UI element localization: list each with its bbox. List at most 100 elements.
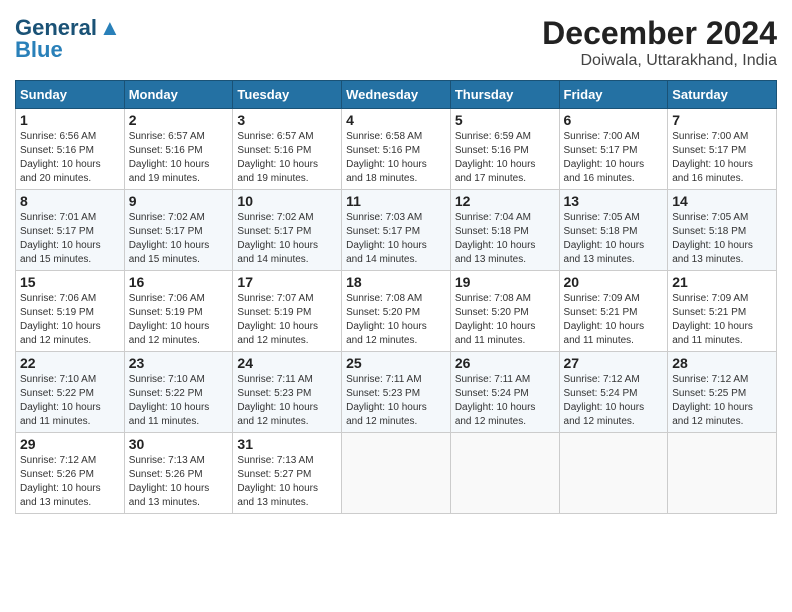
day-info: Sunrise: 7:07 AMSunset: 5:19 PMDaylight:… <box>237 293 318 346</box>
calendar-cell-13: 13 Sunrise: 7:05 AMSunset: 5:18 PMDaylig… <box>559 190 668 271</box>
day-info: Sunrise: 7:13 AMSunset: 5:26 PMDaylight:… <box>129 455 210 508</box>
col-sunday: Sunday <box>16 81 125 109</box>
calendar-cell-8: 8 Sunrise: 7:01 AMSunset: 5:17 PMDayligh… <box>16 190 125 271</box>
weekday-header-row: Sunday Monday Tuesday Wednesday Thursday… <box>16 81 777 109</box>
day-info: Sunrise: 7:12 AMSunset: 5:24 PMDaylight:… <box>564 374 645 427</box>
day-number: 13 <box>564 193 664 209</box>
calendar-cell-18: 18 Sunrise: 7:08 AMSunset: 5:20 PMDaylig… <box>342 271 451 352</box>
calendar-cell-22: 22 Sunrise: 7:10 AMSunset: 5:22 PMDaylig… <box>16 352 125 433</box>
day-number: 17 <box>237 274 337 290</box>
calendar-cell-14: 14 Sunrise: 7:05 AMSunset: 5:18 PMDaylig… <box>668 190 777 271</box>
day-info: Sunrise: 7:10 AMSunset: 5:22 PMDaylight:… <box>129 374 210 427</box>
day-number: 14 <box>672 193 772 209</box>
day-info: Sunrise: 6:56 AMSunset: 5:16 PMDaylight:… <box>20 131 101 184</box>
day-info: Sunrise: 7:09 AMSunset: 5:21 PMDaylight:… <box>672 293 753 346</box>
calendar-cell-12: 12 Sunrise: 7:04 AMSunset: 5:18 PMDaylig… <box>450 190 559 271</box>
day-number: 22 <box>20 355 120 371</box>
day-number: 27 <box>564 355 664 371</box>
day-number: 28 <box>672 355 772 371</box>
calendar-cell-28: 28 Sunrise: 7:12 AMSunset: 5:25 PMDaylig… <box>668 352 777 433</box>
day-number: 18 <box>346 274 446 290</box>
day-info: Sunrise: 7:13 AMSunset: 5:27 PMDaylight:… <box>237 455 318 508</box>
day-number: 6 <box>564 112 664 128</box>
day-info: Sunrise: 7:11 AMSunset: 5:23 PMDaylight:… <box>346 374 427 427</box>
col-saturday: Saturday <box>668 81 777 109</box>
calendar-cell-26: 26 Sunrise: 7:11 AMSunset: 5:24 PMDaylig… <box>450 352 559 433</box>
day-info: Sunrise: 7:00 AMSunset: 5:17 PMDaylight:… <box>672 131 753 184</box>
day-info: Sunrise: 7:11 AMSunset: 5:23 PMDaylight:… <box>237 374 318 427</box>
day-number: 3 <box>237 112 337 128</box>
day-number: 7 <box>672 112 772 128</box>
day-number: 1 <box>20 112 120 128</box>
col-tuesday: Tuesday <box>233 81 342 109</box>
calendar-cell-29: 29 Sunrise: 7:12 AMSunset: 5:26 PMDaylig… <box>16 433 125 514</box>
day-info: Sunrise: 7:09 AMSunset: 5:21 PMDaylight:… <box>564 293 645 346</box>
day-info: Sunrise: 7:05 AMSunset: 5:18 PMDaylight:… <box>564 212 645 265</box>
calendar-row-5: 29 Sunrise: 7:12 AMSunset: 5:26 PMDaylig… <box>16 433 777 514</box>
page-title: December 2024 <box>542 15 777 52</box>
day-info: Sunrise: 6:57 AMSunset: 5:16 PMDaylight:… <box>237 131 318 184</box>
calendar-cell-3: 3 Sunrise: 6:57 AMSunset: 5:16 PMDayligh… <box>233 109 342 190</box>
day-info: Sunrise: 7:03 AMSunset: 5:17 PMDaylight:… <box>346 212 427 265</box>
calendar-cell-empty <box>668 433 777 514</box>
calendar-cell-7: 7 Sunrise: 7:00 AMSunset: 5:17 PMDayligh… <box>668 109 777 190</box>
col-monday: Monday <box>124 81 233 109</box>
logo-blue: Blue <box>15 37 63 63</box>
day-info: Sunrise: 6:57 AMSunset: 5:16 PMDaylight:… <box>129 131 210 184</box>
calendar-row-3: 15 Sunrise: 7:06 AMSunset: 5:19 PMDaylig… <box>16 271 777 352</box>
day-number: 23 <box>129 355 229 371</box>
day-number: 25 <box>346 355 446 371</box>
calendar-cell-9: 9 Sunrise: 7:02 AMSunset: 5:17 PMDayligh… <box>124 190 233 271</box>
calendar-cell-6: 6 Sunrise: 7:00 AMSunset: 5:17 PMDayligh… <box>559 109 668 190</box>
day-number: 29 <box>20 436 120 452</box>
day-number: 12 <box>455 193 555 209</box>
col-thursday: Thursday <box>450 81 559 109</box>
day-info: Sunrise: 7:08 AMSunset: 5:20 PMDaylight:… <box>455 293 536 346</box>
page-subtitle: Doiwala, Uttarakhand, India <box>542 52 777 70</box>
calendar-cell-23: 23 Sunrise: 7:10 AMSunset: 5:22 PMDaylig… <box>124 352 233 433</box>
day-number: 30 <box>129 436 229 452</box>
logo: General ▲ Blue <box>15 15 121 63</box>
calendar-cell-empty <box>559 433 668 514</box>
day-info: Sunrise: 7:04 AMSunset: 5:18 PMDaylight:… <box>455 212 536 265</box>
calendar-cell-4: 4 Sunrise: 6:58 AMSunset: 5:16 PMDayligh… <box>342 109 451 190</box>
day-number: 16 <box>129 274 229 290</box>
day-number: 15 <box>20 274 120 290</box>
day-info: Sunrise: 7:06 AMSunset: 5:19 PMDaylight:… <box>129 293 210 346</box>
calendar-row-1: 1 Sunrise: 6:56 AMSunset: 5:16 PMDayligh… <box>16 109 777 190</box>
calendar-cell-17: 17 Sunrise: 7:07 AMSunset: 5:19 PMDaylig… <box>233 271 342 352</box>
calendar-table: Sunday Monday Tuesday Wednesday Thursday… <box>15 80 777 514</box>
col-friday: Friday <box>559 81 668 109</box>
day-info: Sunrise: 7:02 AMSunset: 5:17 PMDaylight:… <box>129 212 210 265</box>
day-info: Sunrise: 7:10 AMSunset: 5:22 PMDaylight:… <box>20 374 101 427</box>
calendar-cell-11: 11 Sunrise: 7:03 AMSunset: 5:17 PMDaylig… <box>342 190 451 271</box>
day-info: Sunrise: 6:58 AMSunset: 5:16 PMDaylight:… <box>346 131 427 184</box>
day-number: 21 <box>672 274 772 290</box>
calendar-cell-16: 16 Sunrise: 7:06 AMSunset: 5:19 PMDaylig… <box>124 271 233 352</box>
calendar-cell-empty <box>450 433 559 514</box>
calendar-cell-15: 15 Sunrise: 7:06 AMSunset: 5:19 PMDaylig… <box>16 271 125 352</box>
day-info: Sunrise: 7:06 AMSunset: 5:19 PMDaylight:… <box>20 293 101 346</box>
day-number: 11 <box>346 193 446 209</box>
day-info: Sunrise: 7:02 AMSunset: 5:17 PMDaylight:… <box>237 212 318 265</box>
calendar-row-2: 8 Sunrise: 7:01 AMSunset: 5:17 PMDayligh… <box>16 190 777 271</box>
day-number: 31 <box>237 436 337 452</box>
calendar-cell-20: 20 Sunrise: 7:09 AMSunset: 5:21 PMDaylig… <box>559 271 668 352</box>
col-wednesday: Wednesday <box>342 81 451 109</box>
title-area: December 2024 Doiwala, Uttarakhand, Indi… <box>542 15 777 70</box>
calendar-cell-2: 2 Sunrise: 6:57 AMSunset: 5:16 PMDayligh… <box>124 109 233 190</box>
main-container: General ▲ Blue December 2024 Doiwala, Ut… <box>0 0 792 524</box>
day-number: 20 <box>564 274 664 290</box>
day-info: Sunrise: 7:12 AMSunset: 5:26 PMDaylight:… <box>20 455 101 508</box>
day-number: 2 <box>129 112 229 128</box>
day-info: Sunrise: 7:08 AMSunset: 5:20 PMDaylight:… <box>346 293 427 346</box>
header-area: General ▲ Blue December 2024 Doiwala, Ut… <box>15 15 777 70</box>
calendar-cell-19: 19 Sunrise: 7:08 AMSunset: 5:20 PMDaylig… <box>450 271 559 352</box>
day-number: 4 <box>346 112 446 128</box>
day-number: 19 <box>455 274 555 290</box>
day-info: Sunrise: 7:01 AMSunset: 5:17 PMDaylight:… <box>20 212 101 265</box>
calendar-cell-1: 1 Sunrise: 6:56 AMSunset: 5:16 PMDayligh… <box>16 109 125 190</box>
day-info: Sunrise: 7:11 AMSunset: 5:24 PMDaylight:… <box>455 374 536 427</box>
day-info: Sunrise: 7:05 AMSunset: 5:18 PMDaylight:… <box>672 212 753 265</box>
day-number: 5 <box>455 112 555 128</box>
